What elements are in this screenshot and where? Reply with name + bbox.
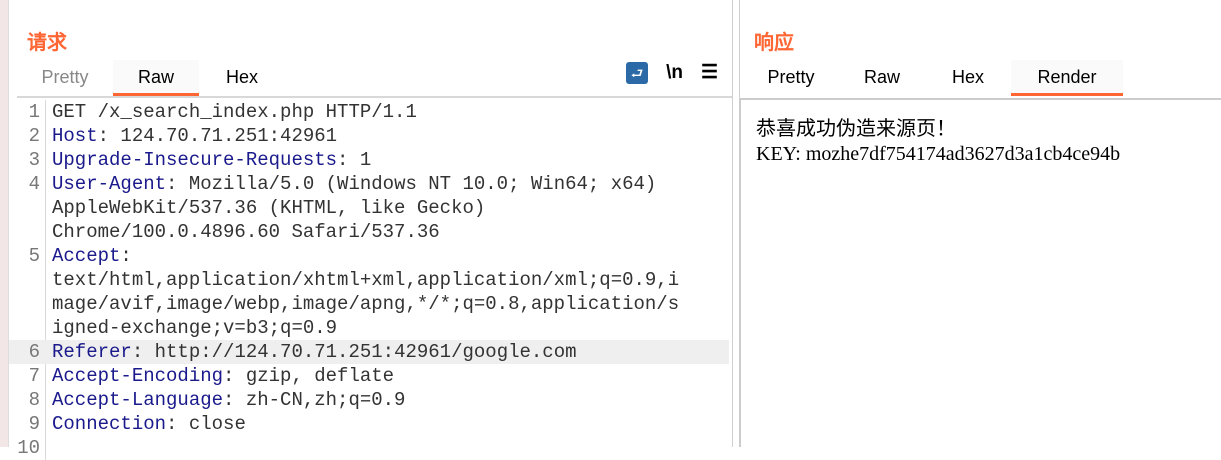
- header-name: User-Agent: [52, 173, 167, 195]
- header-name: Accept-Language: [52, 389, 224, 411]
- left-edge-strip: [0, 0, 9, 447]
- header-name: Connection: [52, 413, 167, 435]
- code-line: 8 Accept-Language: zh-CN,zh;q=0.9: [9, 388, 729, 412]
- tab-render[interactable]: Render: [1011, 60, 1123, 96]
- editor-toolbar: ⮐ \n ☰: [626, 61, 718, 84]
- tab-raw[interactable]: Raw: [113, 60, 199, 96]
- line-number: 10: [17, 437, 40, 459]
- header-value: mage/avif,image/webp,image/apng,*/*;q=0.…: [52, 293, 680, 315]
- header-value: : gzip, deflate: [223, 365, 395, 387]
- request-tabs: Pretty Raw Hex: [17, 60, 285, 96]
- code-line: AppleWebKit/537.36 (KHTML, like Gecko): [9, 196, 729, 220]
- line-number: 4: [28, 173, 40, 195]
- menu-icon[interactable]: ☰: [701, 61, 718, 84]
- line-number: 3: [28, 149, 40, 171]
- code-line: mage/avif,image/webp,image/apng,*/*;q=0.…: [9, 292, 729, 316]
- tab-raw[interactable]: Raw: [839, 60, 925, 96]
- header-value: : 124.70.71.251:42961: [97, 125, 338, 147]
- header-name: Accept-Encoding: [52, 365, 224, 387]
- word-wrap-icon[interactable]: ⮐: [626, 61, 649, 84]
- line-number: 1: [28, 101, 40, 123]
- code-line: 4 User-Agent: Mozilla/5.0 (Windows NT 10.…: [9, 172, 729, 196]
- tab-divider: [17, 96, 732, 98]
- render-key: KEY: mozhe7df754174ad3627d3a1cb4ce94b: [756, 143, 1121, 165]
- tab-hex[interactable]: Hex: [199, 60, 285, 96]
- code-line: 1 GET /x_search_index.php HTTP/1.1: [9, 100, 729, 124]
- header-value: :: [120, 245, 132, 267]
- line-number: 2: [28, 125, 40, 147]
- code-line: 5 Accept:: [9, 244, 729, 268]
- header-value: : close: [166, 413, 246, 435]
- code-line: 3 Upgrade-Insecure-Requests: 1: [9, 148, 729, 172]
- request-editor[interactable]: 1 GET /x_search_index.php HTTP/1.1 2 Host: …: [9, 100, 729, 460]
- line-number: 7: [28, 365, 40, 387]
- line-number: 9: [28, 413, 40, 435]
- render-message: 恭喜成功伪造来源页！: [756, 118, 956, 140]
- header-name: Upgrade-Insecure-Requests: [52, 149, 338, 171]
- header-name: Host: [52, 125, 98, 147]
- header-value: text/html,application/xhtml+xml,applicat…: [52, 269, 680, 291]
- code-line: 6 Referer: http://124.70.71.251:42961/goo…: [9, 340, 729, 364]
- tab-pretty[interactable]: Pretty: [17, 60, 113, 96]
- line-number: 6: [28, 341, 40, 363]
- code-line: 10: [9, 436, 729, 460]
- header-name: Referer: [52, 341, 132, 363]
- tab-pretty[interactable]: Pretty: [743, 60, 839, 96]
- header-value: : zh-CN,zh;q=0.9: [223, 389, 406, 411]
- header-value: : Mozilla/5.0 (Windows NT 10.0; Win64; x…: [166, 173, 657, 195]
- render-view: 恭喜成功伪造来源页！ KEY: mozhe7df754174ad3627d3a1…: [739, 98, 1221, 447]
- header-name: Accept: [52, 245, 121, 267]
- response-tabs: Pretty Raw Hex Render: [743, 60, 1123, 96]
- code-line: 9 Connection: close: [9, 412, 729, 436]
- code-line: Chrome/100.0.4896.60 Safari/537.36: [9, 220, 729, 244]
- tab-hex[interactable]: Hex: [925, 60, 1011, 96]
- code-line: igned-exchange;v=b3;q=0.9: [9, 316, 729, 340]
- header-value: AppleWebKit/537.36 (KHTML, like Gecko): [52, 197, 486, 219]
- line-number: 8: [28, 389, 40, 411]
- response-title: 响应: [754, 32, 794, 54]
- code-line: text/html,application/xhtml+xml,applicat…: [9, 268, 729, 292]
- code-line: 7 Accept-Encoding: gzip, deflate: [9, 364, 729, 388]
- show-newlines-icon[interactable]: \n: [666, 62, 683, 84]
- response-pane: 响应 Pretty Raw Hex Render 恭喜成功伪造来源页！ KEY: mo…: [739, 0, 1221, 447]
- request-pane: 请求 Pretty Raw Hex ⮐ \n ☰ 1 GET /x_search_in…: [9, 0, 732, 460]
- header-value: igned-exchange;v=b3;q=0.9: [52, 317, 338, 339]
- code-line: 2 Host: 124.70.71.251:42961: [9, 124, 729, 148]
- line-number: 5: [28, 245, 40, 267]
- request-title: 请求: [27, 32, 67, 54]
- header-value: Chrome/100.0.4896.60 Safari/537.36: [52, 221, 440, 243]
- header-value: : 1: [337, 149, 372, 171]
- header-value: GET /x_search_index.php HTTP/1.1: [52, 101, 417, 123]
- header-value: : http://124.70.71.251:42961/google.com: [131, 341, 577, 363]
